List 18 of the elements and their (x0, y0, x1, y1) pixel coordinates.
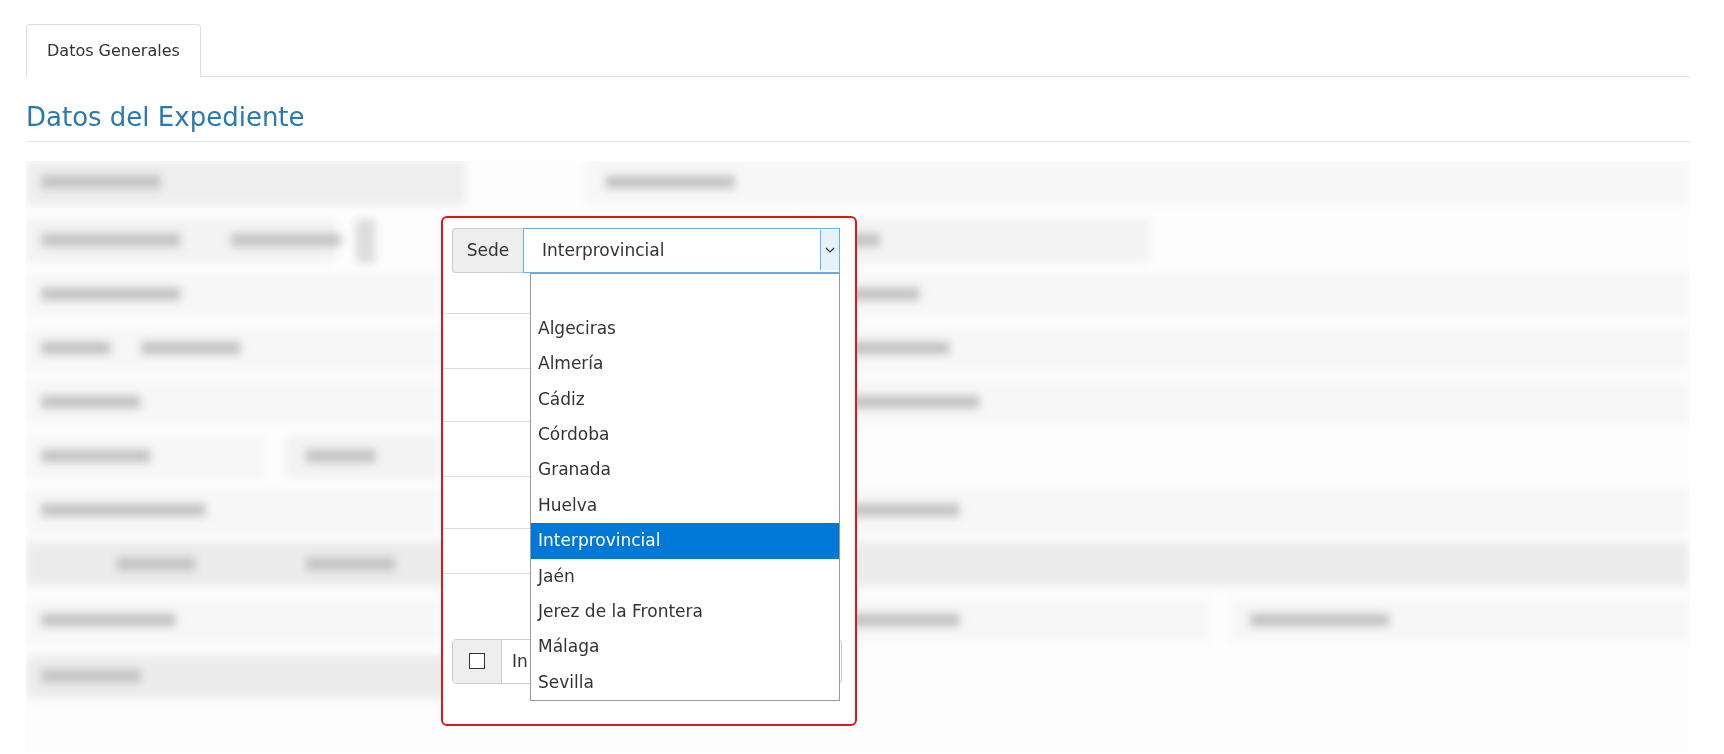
dropdown-option[interactable]: Interprovincial (531, 523, 839, 559)
sede-select[interactable]: Interprovincial (523, 227, 840, 273)
dropdown-option[interactable]: Jerez de la Frontera (531, 593, 839, 630)
dropdown-option[interactable]: Huelva (531, 487, 839, 524)
dropdown-option[interactable]: Cádiz (531, 381, 839, 417)
dropdown-option[interactable]: Granada (531, 452, 839, 488)
checkbox[interactable] (469, 653, 485, 670)
dropdown-option[interactable]: Córdoba (531, 416, 839, 453)
dropdown-option[interactable]: Málaga (531, 629, 839, 665)
dropdown-option[interactable]: Almería (531, 346, 839, 382)
dropdown-option[interactable]: Jaén (531, 558, 839, 594)
sede-label: Sede (452, 227, 523, 273)
dropdown-option[interactable]: Sevilla (531, 664, 839, 701)
tab[interactable]: Datos Generales (26, 24, 201, 77)
dropdown-option[interactable]: Algeciras (531, 310, 839, 347)
checkbox-label: In (511, 651, 528, 672)
chevron-down-icon (820, 230, 839, 271)
section-title: Datos del Expediente (26, 101, 1690, 142)
